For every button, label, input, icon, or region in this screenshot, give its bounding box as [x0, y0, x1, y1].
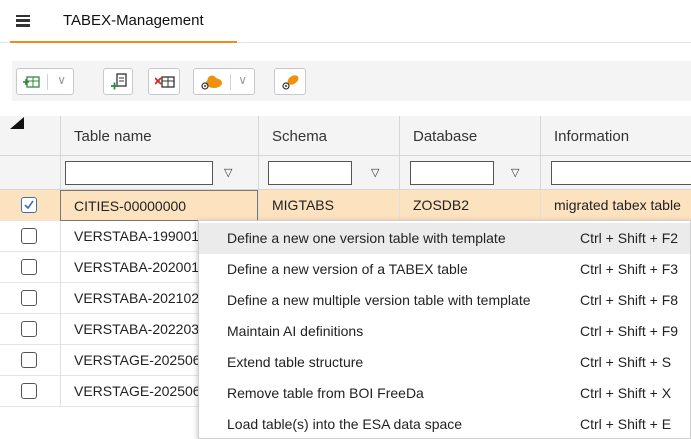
database-cell: ZOSDB2 [413, 197, 470, 213]
table-name-cell: VERSTABA-19900101 [74, 228, 215, 244]
column-header-information[interactable]: Information [540, 116, 691, 156]
menu-item-define-one-version-table[interactable]: Define a new one version table with temp… [199, 223, 690, 254]
menu-item-remove-table[interactable]: Remove table from BOI FreeDa Ctrl + Shif… [199, 378, 690, 409]
chevron-down-icon: ∨ [57, 73, 66, 87]
schema-cell: MIGTABS [272, 197, 334, 213]
menu-item-extend-table-structure[interactable]: Extend table structure Ctrl + Shift + S [199, 347, 690, 378]
toolbar: ∨ ∨ [12, 61, 691, 101]
tab-tabex-management[interactable]: TABEX-Management [10, 0, 237, 43]
table-name-cell: VERSTABA-20200101 [74, 259, 215, 275]
row-checkbox[interactable] [21, 383, 37, 399]
menu-shortcut: Ctrl + Shift + F3 [580, 261, 679, 277]
column-header-database[interactable]: Database [399, 116, 540, 156]
menu-item-load-tables-esa[interactable]: Load table(s) into the ESA data space Ct… [199, 409, 690, 438]
add-version-button[interactable] [103, 68, 133, 95]
information-cell: migrated tabex table [554, 197, 681, 213]
remove-table-button[interactable] [148, 68, 180, 95]
table-name-cell: VERSTAGE-20250601 [74, 352, 217, 368]
menu-shortcut: Ctrl + Shift + S [580, 354, 672, 370]
menu-shortcut: Ctrl + Shift + F9 [580, 323, 679, 339]
table-name-filter-input[interactable] [65, 161, 213, 185]
cloud-transfer-icon [201, 75, 222, 90]
information-filter-input[interactable] [551, 161, 691, 185]
table-row[interactable]: CITIES-00000000 MIGTABS ZOSDB2 migrated … [0, 190, 691, 221]
filter-icon[interactable]: ▽ [371, 166, 379, 179]
filter-icon[interactable]: ▽ [224, 166, 232, 179]
menu-item-define-multiple-version-table[interactable]: Define a new multiple version table with… [199, 285, 690, 316]
menu-shortcut: Ctrl + Shift + X [580, 385, 672, 401]
remove-table-icon [155, 76, 175, 88]
column-header-table-name[interactable]: Table name [60, 116, 258, 156]
add-version-icon [111, 73, 127, 90]
row-checkbox[interactable] [21, 290, 37, 306]
menu-shortcut: Ctrl + Shift + F8 [580, 292, 679, 308]
table-name-cell: VERSTAGE-20250601 [74, 383, 217, 399]
table-list-icon [16, 15, 30, 27]
table-name-cell: VERSTABA-20210201 [74, 290, 215, 306]
menu-item-maintain-ai-definitions[interactable]: Maintain AI definitions Ctrl + Shift + F… [199, 316, 690, 347]
tab-label: TABEX-Management [63, 12, 204, 29]
rocket-icon [282, 75, 299, 90]
row-checkbox[interactable] [21, 321, 37, 337]
row-checkbox[interactable] [21, 228, 37, 244]
add-table-icon [23, 76, 40, 88]
row-checkbox[interactable] [21, 197, 37, 213]
tab-bar: TABEX-Management [0, 0, 691, 43]
schema-filter-input[interactable] [268, 161, 352, 185]
context-menu: Define a new one version table with temp… [198, 220, 691, 439]
row-checkbox[interactable] [21, 352, 37, 368]
filter-row: ▽ ▽ ▽ [0, 156, 691, 190]
database-filter-input[interactable] [410, 161, 494, 185]
add-table-button[interactable]: ∨ [16, 68, 74, 95]
chevron-down-icon: ∨ [238, 73, 247, 87]
table-name-cell: CITIES-00000000 [74, 198, 187, 214]
column-header-schema[interactable]: Schema [258, 116, 399, 156]
menu-item-define-new-version[interactable]: Define a new version of a TABEX table Ct… [199, 254, 690, 285]
menu-shortcut: Ctrl + Shift + F2 [580, 230, 679, 246]
filter-icon[interactable]: ▽ [511, 166, 519, 179]
row-checkbox[interactable] [21, 259, 37, 275]
rocket-button[interactable] [274, 68, 306, 95]
menu-shortcut: Ctrl + Shift + E [580, 416, 672, 432]
sort-corner-icon[interactable] [10, 117, 24, 129]
grid-header: Table name Schema Database Information [0, 116, 691, 156]
cloud-transfer-button[interactable]: ∨ [193, 68, 255, 95]
table-name-cell: VERSTABA-20220301 [74, 321, 215, 337]
